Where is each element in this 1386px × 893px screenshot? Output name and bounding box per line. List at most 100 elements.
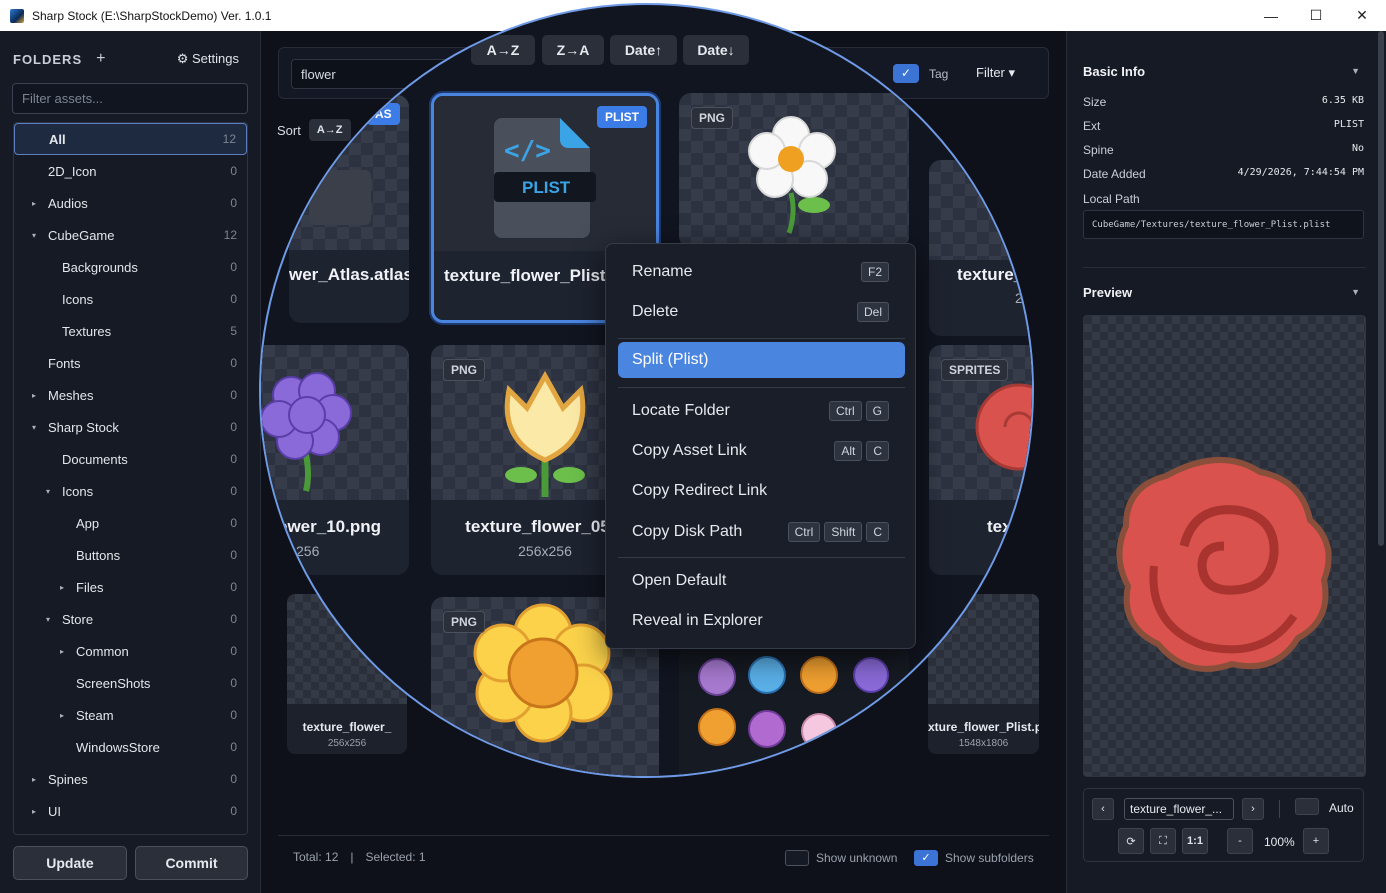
minimize-button[interactable]: — (1248, 0, 1294, 31)
asset-card[interactable]: PNG (679, 93, 909, 248)
folder-tree[interactable]: All 12 2D_Icon 0 ▸ Audios 0 ▾ CubeGame 12 Backgrou… (13, 122, 248, 835)
menu-item-copy-disk-path[interactable]: Copy Disk Path Ctrl Shift C (618, 514, 905, 550)
fit-icon[interactable]: ⛶ (1150, 828, 1176, 854)
scrollbar[interactable] (1378, 31, 1384, 546)
info-row-ext: Ext PLIST (1083, 119, 1364, 133)
menu-item-label: Split (Plist) (632, 351, 709, 368)
chevron-right-icon[interactable]: ▸ (32, 775, 36, 784)
filter-dropdown[interactable]: Filter ▾ (976, 65, 1015, 81)
settings-button[interactable]: ⚙ Settings (177, 51, 239, 67)
type-badge: PNG (443, 611, 486, 633)
chevron-down-icon[interactable]: ▼ (1351, 66, 1360, 76)
maximize-button[interactable]: ☐ (1293, 0, 1339, 31)
sidebar-item-files[interactable]: ▸ Files 0 (14, 571, 247, 603)
preview-canvas[interactable] (1083, 315, 1366, 777)
actual-size-button[interactable]: 1:1 (1182, 828, 1208, 854)
refresh-icon[interactable]: ⟳ (1118, 828, 1144, 854)
sort-za-button[interactable]: Z→A (542, 35, 604, 65)
zoom-level: 100% (1264, 835, 1295, 849)
sidebar-item-label: Audios (48, 195, 88, 211)
chevron-right-icon[interactable]: ▸ (60, 647, 64, 656)
next-frame-button[interactable]: › (1242, 798, 1264, 820)
chevron-right-icon[interactable]: ▸ (32, 199, 36, 208)
sidebar-item-cubegame[interactable]: ▾ CubeGame 12 (14, 219, 247, 251)
frame-select[interactable]: texture_flower_... (1124, 798, 1234, 820)
sidebar-item-store[interactable]: ▾ Store 0 (14, 603, 247, 635)
sidebar-item-all[interactable]: All 12 (14, 123, 247, 155)
sidebar-item-2d-icon[interactable]: 2D_Icon 0 (14, 155, 247, 187)
magnifier-lens: A→Z Z→A Date↑ Date↓ AS wer_Atlas.atlas <… (259, 3, 1034, 778)
local-path-field[interactable]: CubeGame/Textures/texture_flower_Plist.p… (1083, 210, 1364, 239)
sidebar-item-backgrounds[interactable]: Backgrounds 0 (14, 251, 247, 283)
add-folder-button[interactable]: + (96, 50, 105, 68)
chevron-down-icon[interactable]: ▼ (1351, 287, 1360, 297)
sidebar-item-common[interactable]: ▸ Common 0 (14, 635, 247, 667)
sidebar-item-icons[interactable]: ▾ Icons 0 (14, 475, 247, 507)
chevron-right-icon[interactable]: ▸ (32, 391, 36, 400)
menu-item-label: Open Default (632, 572, 727, 589)
asset-card[interactable]: texture_ 2 (929, 160, 1032, 336)
code-icon: </> (504, 136, 551, 166)
menu-item-copy-redirect-link[interactable]: Copy Redirect Link (618, 473, 905, 509)
prev-frame-button[interactable]: ‹ (1092, 798, 1114, 820)
menu-item-copy-asset-link[interactable]: Copy Asset Link Alt C (618, 433, 905, 469)
sidebar-item-sharp-stock[interactable]: ▾ Sharp Stock 0 (14, 411, 247, 443)
item-count: 0 (230, 804, 237, 818)
commit-button[interactable]: Commit (135, 846, 248, 880)
sort-date-asc-button[interactable]: Date↑ (610, 35, 677, 65)
chevron-right-icon[interactable]: ▸ (60, 583, 64, 592)
preview-title: Preview (1083, 285, 1133, 300)
chevron-down-icon[interactable]: ▾ (32, 231, 36, 240)
chevron-down-icon[interactable]: ▾ (46, 487, 50, 496)
filter-assets-input[interactable] (12, 83, 248, 114)
sidebar-item-documents[interactable]: Documents 0 (14, 443, 247, 475)
menu-item-split-plist[interactable]: Split (Plist) (618, 342, 905, 378)
menu-item-reveal-in-explorer[interactable]: Reveal in Explorer (618, 603, 905, 639)
context-menu: Rename F2 Delete Del Split (Plist) Locate Fol… (605, 243, 916, 649)
item-count: 12 (223, 228, 237, 242)
sidebar-item-screenshots[interactable]: ScreenShots 0 (14, 667, 247, 699)
sidebar-item-meshes[interactable]: ▸ Meshes 0 (14, 379, 247, 411)
asset-card[interactable]: AS wer_Atlas.atlas (289, 95, 409, 323)
update-button[interactable]: Update (13, 846, 127, 880)
tag-checkbox[interactable]: ✓ (893, 64, 919, 83)
asset-card[interactable]: ower_10.png 256 (261, 345, 409, 575)
sidebar-item-spines[interactable]: ▸ Spines 0 (14, 763, 247, 795)
menu-item-locate-folder[interactable]: Locate Folder Ctrl G (618, 393, 905, 429)
zoom-out-button[interactable]: - (1227, 828, 1253, 854)
chevron-right-icon[interactable]: ▸ (32, 807, 36, 816)
show-subfolders-checkbox[interactable]: ✓ (914, 850, 938, 866)
sidebar-item-audios[interactable]: ▸ Audios 0 (14, 187, 247, 219)
menu-separator (618, 338, 905, 339)
close-button[interactable]: ✕ (1339, 0, 1385, 31)
menu-item-label: Reveal in Explorer (632, 612, 763, 629)
sidebar-item-fonts[interactable]: Fonts 0 (14, 347, 247, 379)
sidebar-item-icons[interactable]: Icons 0 (14, 283, 247, 315)
asset-card[interactable]: SPRITES tex (929, 345, 1032, 575)
chevron-down-icon[interactable]: ▾ (46, 615, 50, 624)
chevron-down-icon[interactable]: ▾ (32, 423, 36, 432)
menu-item-open-default[interactable]: Open Default (618, 563, 905, 599)
zoom-in-button[interactable]: + (1303, 828, 1329, 854)
sort-az-button[interactable]: A→Z (471, 35, 535, 65)
sidebar-item-buttons[interactable]: Buttons 0 (14, 539, 247, 571)
sidebar-item-textures[interactable]: Textures 5 (14, 315, 247, 347)
type-badge: PLIST (597, 106, 648, 128)
menu-item-delete[interactable]: Delete Del (618, 294, 905, 330)
sidebar-item-label: Buttons (76, 547, 121, 563)
show-subfolders-toggle[interactable]: ✓ Show subfolders (914, 850, 1034, 866)
shortcut-keys: Alt C (834, 441, 889, 461)
sort-date-desc-button[interactable]: Date↓ (683, 35, 749, 65)
auto-checkbox[interactable] (1295, 798, 1319, 815)
asset-dimensions: 2 (1015, 290, 1023, 306)
sidebar-item-steam[interactable]: ▸ Steam 0 (14, 699, 247, 731)
sidebar-item-windowsstore[interactable]: WindowsStore 0 (14, 731, 247, 763)
show-unknown-toggle[interactable]: Show unknown (785, 850, 897, 866)
chevron-right-icon[interactable]: ▸ (60, 711, 64, 720)
menu-item-rename[interactable]: Rename F2 (618, 254, 905, 290)
sidebar-item-app[interactable]: App 0 (14, 507, 247, 539)
sidebar-item-ui[interactable]: ▸ UI 0 (14, 795, 247, 827)
asset-card[interactable] (679, 645, 909, 776)
divider (1083, 267, 1366, 268)
show-unknown-checkbox[interactable] (785, 850, 809, 866)
